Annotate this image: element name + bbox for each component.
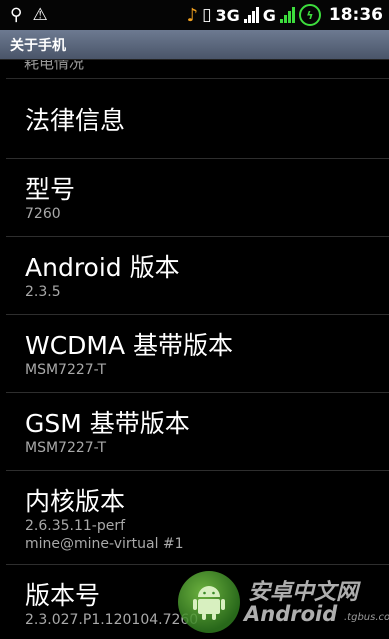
network-type-1: 3G bbox=[215, 5, 240, 25]
list-item-wcdma-baseband: WCDMA 基带版本 MSM7227-T bbox=[6, 315, 389, 393]
list-item-battery-use[interactable]: 耗电情况 bbox=[6, 60, 389, 79]
page-title: 关于手机 bbox=[10, 37, 66, 54]
list-item-title: 型号 bbox=[25, 175, 76, 204]
usb-icon: ⚲ bbox=[10, 4, 23, 25]
settings-list[interactable]: 耗电情况 法律信息 型号 7260 Android 版本 2.3.5 WCDMA… bbox=[6, 60, 389, 639]
phone-screen: ⚲ ⚠ ♪ ▯ 3G G ϟ 18:36 关于手机 耗电情况 法律信息 型号 7… bbox=[0, 0, 389, 639]
signal-strength-2-icon bbox=[279, 7, 295, 23]
list-item-value-line2: mine@mine-virtual #1 bbox=[25, 536, 184, 552]
signal-strength-1-icon bbox=[243, 7, 259, 23]
watermark-url: .tgbus.com bbox=[344, 612, 389, 623]
watermark: 安卓中文网 Android .tgbus.com bbox=[178, 568, 389, 639]
clock: 18:36 bbox=[328, 5, 383, 25]
list-item-legal-info[interactable]: 法律信息 bbox=[6, 79, 389, 159]
music-note-icon: ♪ bbox=[186, 4, 199, 26]
battery-charging-icon: ϟ bbox=[298, 4, 321, 26]
list-item-android-version: Android 版本 2.3.5 bbox=[6, 237, 389, 315]
list-item-value: MSM7227-T bbox=[25, 440, 106, 456]
list-item-value: MSM7227-T bbox=[25, 362, 106, 378]
list-item-kernel-version: 内核版本 2.6.35.11-perf mine@mine-virtual #1 bbox=[6, 471, 389, 565]
list-item-model: 型号 7260 bbox=[6, 159, 389, 237]
vibrate-icon: ▯ bbox=[202, 4, 212, 25]
warning-icon: ⚠ bbox=[32, 4, 48, 25]
android-robot-icon bbox=[193, 586, 225, 620]
status-bar: ⚲ ⚠ ♪ ▯ 3G G ϟ 18:36 bbox=[0, 0, 389, 30]
list-item-title: 内核版本 bbox=[25, 487, 126, 516]
title-bar: 关于手机 bbox=[0, 30, 389, 60]
list-item-title: WCDMA 基带版本 bbox=[25, 331, 234, 360]
list-item-gsm-baseband: GSM 基带版本 MSM7227-T bbox=[6, 393, 389, 471]
list-item-title: Android 版本 bbox=[25, 253, 180, 282]
list-item-title: GSM 基带版本 bbox=[25, 409, 190, 438]
list-item-value: 2.6.35.11-perf bbox=[25, 518, 126, 534]
list-item-value: 2.3.5 bbox=[25, 284, 61, 300]
network-type-2: G bbox=[262, 5, 276, 25]
list-item-label: 耗电情况 bbox=[24, 60, 85, 72]
watermark-site-en: Android bbox=[244, 602, 338, 626]
list-item-value: 7260 bbox=[25, 206, 61, 222]
list-item-title: 法律信息 bbox=[25, 106, 126, 135]
